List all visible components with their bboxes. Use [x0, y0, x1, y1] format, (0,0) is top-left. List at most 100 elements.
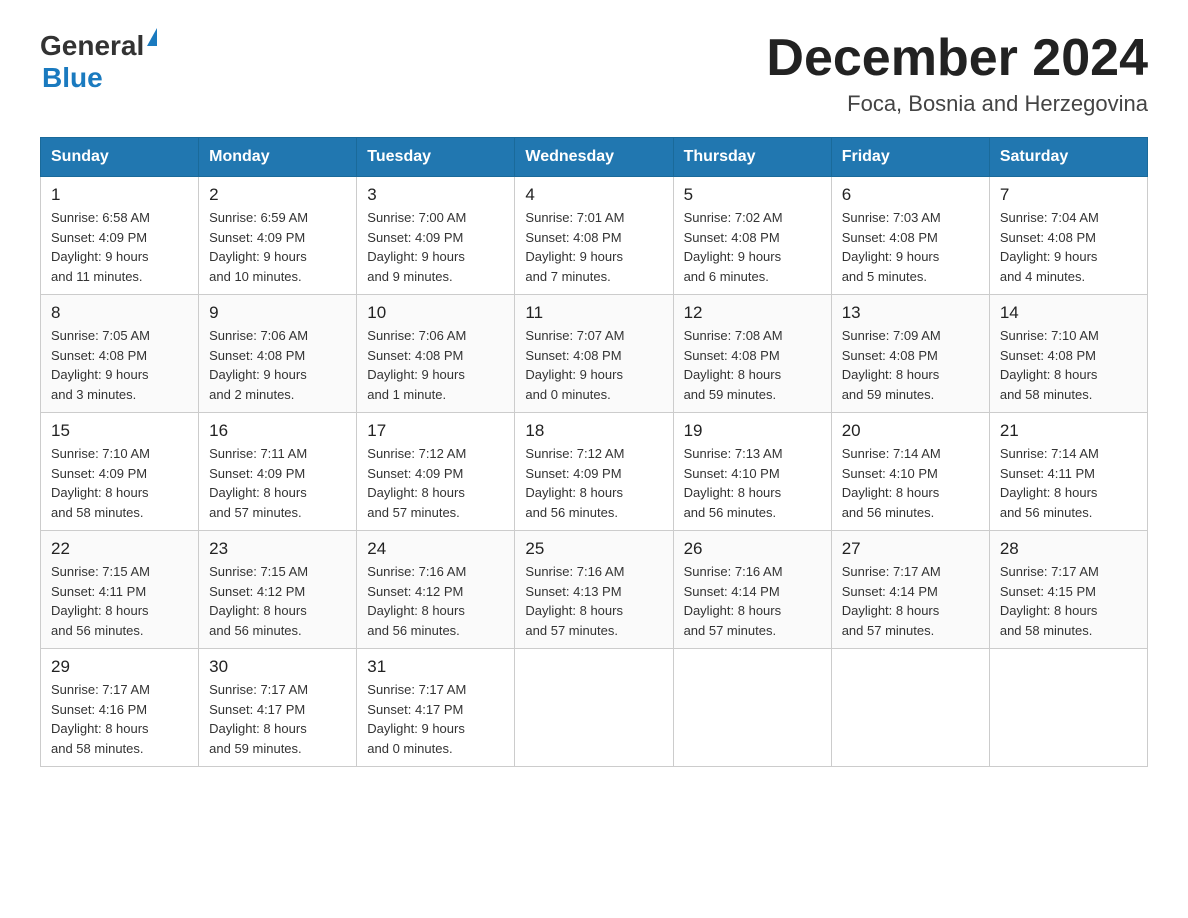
calendar-cell: 23 Sunrise: 7:15 AM Sunset: 4:12 PM Dayl…: [199, 531, 357, 649]
calendar-week-row: 8 Sunrise: 7:05 AM Sunset: 4:08 PM Dayli…: [41, 295, 1148, 413]
weekday-header-monday: Monday: [199, 138, 357, 177]
day-info: Sunrise: 7:01 AM Sunset: 4:08 PM Dayligh…: [525, 208, 662, 286]
calendar-cell: 18 Sunrise: 7:12 AM Sunset: 4:09 PM Dayl…: [515, 413, 673, 531]
calendar-cell: 15 Sunrise: 7:10 AM Sunset: 4:09 PM Dayl…: [41, 413, 199, 531]
day-info: Sunrise: 7:16 AM Sunset: 4:14 PM Dayligh…: [684, 562, 821, 640]
calendar-week-row: 22 Sunrise: 7:15 AM Sunset: 4:11 PM Dayl…: [41, 531, 1148, 649]
day-number: 17: [367, 421, 504, 441]
day-number: 9: [209, 303, 346, 323]
calendar-cell: 16 Sunrise: 7:11 AM Sunset: 4:09 PM Dayl…: [199, 413, 357, 531]
day-number: 12: [684, 303, 821, 323]
day-info: Sunrise: 7:15 AM Sunset: 4:12 PM Dayligh…: [209, 562, 346, 640]
day-info: Sunrise: 7:17 AM Sunset: 4:16 PM Dayligh…: [51, 680, 188, 758]
calendar-cell: 29 Sunrise: 7:17 AM Sunset: 4:16 PM Dayl…: [41, 649, 199, 767]
calendar-cell: 3 Sunrise: 7:00 AM Sunset: 4:09 PM Dayli…: [357, 177, 515, 295]
calendar-cell: 30 Sunrise: 7:17 AM Sunset: 4:17 PM Dayl…: [199, 649, 357, 767]
calendar-week-row: 29 Sunrise: 7:17 AM Sunset: 4:16 PM Dayl…: [41, 649, 1148, 767]
day-info: Sunrise: 7:10 AM Sunset: 4:09 PM Dayligh…: [51, 444, 188, 522]
day-info: Sunrise: 7:16 AM Sunset: 4:12 PM Dayligh…: [367, 562, 504, 640]
calendar-cell: 25 Sunrise: 7:16 AM Sunset: 4:13 PM Dayl…: [515, 531, 673, 649]
day-info: Sunrise: 7:14 AM Sunset: 4:11 PM Dayligh…: [1000, 444, 1137, 522]
calendar-cell: 12 Sunrise: 7:08 AM Sunset: 4:08 PM Dayl…: [673, 295, 831, 413]
calendar-cell: 24 Sunrise: 7:16 AM Sunset: 4:12 PM Dayl…: [357, 531, 515, 649]
day-info: Sunrise: 7:16 AM Sunset: 4:13 PM Dayligh…: [525, 562, 662, 640]
day-info: Sunrise: 7:04 AM Sunset: 4:08 PM Dayligh…: [1000, 208, 1137, 286]
calendar-table: SundayMondayTuesdayWednesdayThursdayFrid…: [40, 137, 1148, 767]
day-info: Sunrise: 7:09 AM Sunset: 4:08 PM Dayligh…: [842, 326, 979, 404]
weekday-header-thursday: Thursday: [673, 138, 831, 177]
calendar-header: SundayMondayTuesdayWednesdayThursdayFrid…: [41, 138, 1148, 177]
calendar-cell: 17 Sunrise: 7:12 AM Sunset: 4:09 PM Dayl…: [357, 413, 515, 531]
day-number: 22: [51, 539, 188, 559]
calendar-cell: 27 Sunrise: 7:17 AM Sunset: 4:14 PM Dayl…: [831, 531, 989, 649]
day-number: 26: [684, 539, 821, 559]
calendar-cell: [515, 649, 673, 767]
day-number: 3: [367, 185, 504, 205]
day-info: Sunrise: 7:03 AM Sunset: 4:08 PM Dayligh…: [842, 208, 979, 286]
calendar-cell: [831, 649, 989, 767]
calendar-cell: 2 Sunrise: 6:59 AM Sunset: 4:09 PM Dayli…: [199, 177, 357, 295]
logo-blue-text: Blue: [42, 62, 157, 94]
day-number: 8: [51, 303, 188, 323]
day-number: 30: [209, 657, 346, 677]
day-number: 10: [367, 303, 504, 323]
day-info: Sunrise: 7:12 AM Sunset: 4:09 PM Dayligh…: [367, 444, 504, 522]
day-number: 21: [1000, 421, 1137, 441]
day-info: Sunrise: 7:13 AM Sunset: 4:10 PM Dayligh…: [684, 444, 821, 522]
day-number: 25: [525, 539, 662, 559]
day-number: 24: [367, 539, 504, 559]
day-number: 1: [51, 185, 188, 205]
weekday-header-wednesday: Wednesday: [515, 138, 673, 177]
calendar-cell: 9 Sunrise: 7:06 AM Sunset: 4:08 PM Dayli…: [199, 295, 357, 413]
day-info: Sunrise: 7:08 AM Sunset: 4:08 PM Dayligh…: [684, 326, 821, 404]
calendar-cell: 26 Sunrise: 7:16 AM Sunset: 4:14 PM Dayl…: [673, 531, 831, 649]
calendar-week-row: 15 Sunrise: 7:10 AM Sunset: 4:09 PM Dayl…: [41, 413, 1148, 531]
day-info: Sunrise: 7:17 AM Sunset: 4:15 PM Dayligh…: [1000, 562, 1137, 640]
weekday-header-saturday: Saturday: [989, 138, 1147, 177]
day-number: 6: [842, 185, 979, 205]
day-number: 31: [367, 657, 504, 677]
day-number: 18: [525, 421, 662, 441]
day-info: Sunrise: 7:00 AM Sunset: 4:09 PM Dayligh…: [367, 208, 504, 286]
day-info: Sunrise: 7:17 AM Sunset: 4:17 PM Dayligh…: [209, 680, 346, 758]
day-info: Sunrise: 7:05 AM Sunset: 4:08 PM Dayligh…: [51, 326, 188, 404]
title-block: December 2024 Foca, Bosnia and Herzegovi…: [766, 30, 1148, 117]
calendar-cell: 13 Sunrise: 7:09 AM Sunset: 4:08 PM Dayl…: [831, 295, 989, 413]
calendar-cell: 7 Sunrise: 7:04 AM Sunset: 4:08 PM Dayli…: [989, 177, 1147, 295]
logo: General Blue: [40, 30, 157, 94]
day-info: Sunrise: 7:06 AM Sunset: 4:08 PM Dayligh…: [209, 326, 346, 404]
day-info: Sunrise: 6:59 AM Sunset: 4:09 PM Dayligh…: [209, 208, 346, 286]
weekday-header-row: SundayMondayTuesdayWednesdayThursdayFrid…: [41, 138, 1148, 177]
calendar-cell: 22 Sunrise: 7:15 AM Sunset: 4:11 PM Dayl…: [41, 531, 199, 649]
calendar-cell: 8 Sunrise: 7:05 AM Sunset: 4:08 PM Dayli…: [41, 295, 199, 413]
calendar-cell: 1 Sunrise: 6:58 AM Sunset: 4:09 PM Dayli…: [41, 177, 199, 295]
calendar-cell: 6 Sunrise: 7:03 AM Sunset: 4:08 PM Dayli…: [831, 177, 989, 295]
calendar-cell: 20 Sunrise: 7:14 AM Sunset: 4:10 PM Dayl…: [831, 413, 989, 531]
calendar-cell: [989, 649, 1147, 767]
day-info: Sunrise: 7:02 AM Sunset: 4:08 PM Dayligh…: [684, 208, 821, 286]
day-info: Sunrise: 7:10 AM Sunset: 4:08 PM Dayligh…: [1000, 326, 1137, 404]
day-info: Sunrise: 7:17 AM Sunset: 4:14 PM Dayligh…: [842, 562, 979, 640]
day-number: 27: [842, 539, 979, 559]
weekday-header-friday: Friday: [831, 138, 989, 177]
weekday-header-sunday: Sunday: [41, 138, 199, 177]
day-number: 13: [842, 303, 979, 323]
day-info: Sunrise: 7:15 AM Sunset: 4:11 PM Dayligh…: [51, 562, 188, 640]
day-info: Sunrise: 7:07 AM Sunset: 4:08 PM Dayligh…: [525, 326, 662, 404]
day-info: Sunrise: 7:17 AM Sunset: 4:17 PM Dayligh…: [367, 680, 504, 758]
weekday-header-tuesday: Tuesday: [357, 138, 515, 177]
calendar-cell: 11 Sunrise: 7:07 AM Sunset: 4:08 PM Dayl…: [515, 295, 673, 413]
day-number: 4: [525, 185, 662, 205]
day-info: Sunrise: 6:58 AM Sunset: 4:09 PM Dayligh…: [51, 208, 188, 286]
calendar-cell: 19 Sunrise: 7:13 AM Sunset: 4:10 PM Dayl…: [673, 413, 831, 531]
calendar-cell: 4 Sunrise: 7:01 AM Sunset: 4:08 PM Dayli…: [515, 177, 673, 295]
calendar-cell: 21 Sunrise: 7:14 AM Sunset: 4:11 PM Dayl…: [989, 413, 1147, 531]
day-number: 23: [209, 539, 346, 559]
day-number: 19: [684, 421, 821, 441]
month-title: December 2024: [766, 30, 1148, 87]
calendar-body: 1 Sunrise: 6:58 AM Sunset: 4:09 PM Dayli…: [41, 177, 1148, 767]
calendar-cell: 5 Sunrise: 7:02 AM Sunset: 4:08 PM Dayli…: [673, 177, 831, 295]
logo-triangle-icon: [147, 28, 157, 46]
calendar-cell: 10 Sunrise: 7:06 AM Sunset: 4:08 PM Dayl…: [357, 295, 515, 413]
calendar-cell: 31 Sunrise: 7:17 AM Sunset: 4:17 PM Dayl…: [357, 649, 515, 767]
